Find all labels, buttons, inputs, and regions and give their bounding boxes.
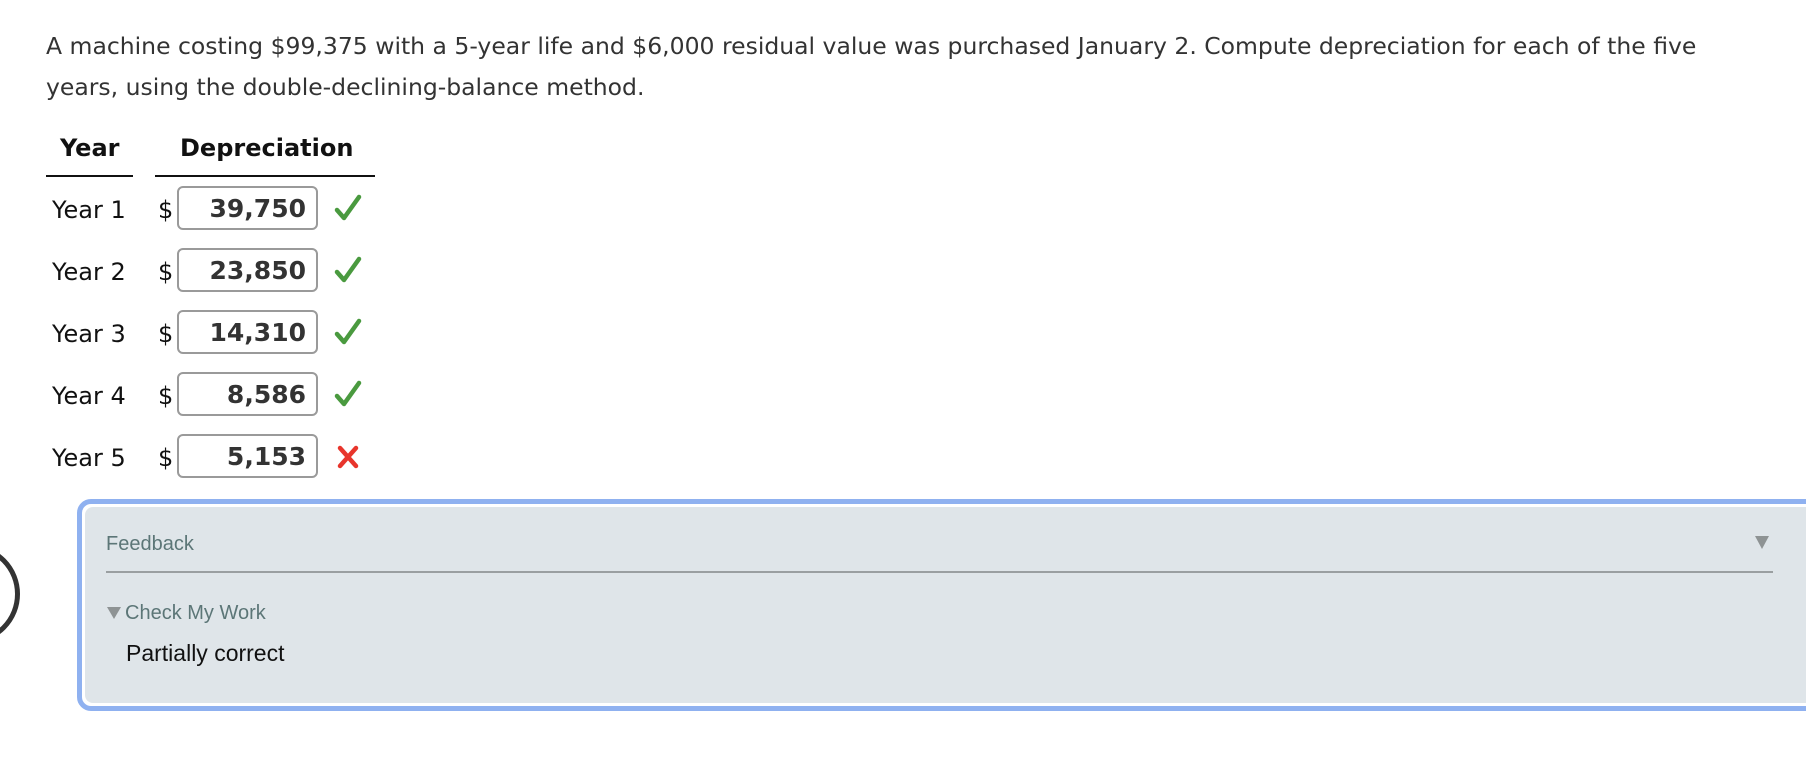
feedback-divider [106,571,1773,573]
check-my-work-toggle[interactable]: Check My Work [106,602,266,625]
check-icon [334,256,362,283]
year-label: Year 4 [52,382,126,410]
column-header-year: Year [60,134,120,162]
result-status: Partially correct [126,640,285,666]
circle-icon [0,544,20,644]
feedback-title: Feedback [106,533,194,555]
depreciation-input-year-5[interactable] [177,434,318,478]
x-icon [337,445,359,469]
check-icon [334,380,362,407]
year-label: Year 3 [52,320,126,348]
check-icon [334,318,362,345]
table-row: Year 5 $ [0,434,420,480]
currency-symbol: $ [158,196,174,224]
currency-symbol: $ [158,258,174,286]
triangle-down-icon[interactable] [1752,532,1772,552]
depreciation-input-year-3[interactable] [177,310,318,354]
feedback-panel: Feedback Check My Work Partially correct [77,499,1806,711]
feedback-panel-body: Feedback Check My Work Partially correct [85,507,1806,703]
column-header-depreciation: Depreciation [180,134,354,162]
currency-symbol: $ [158,382,174,410]
header-underline-depreciation [155,175,375,177]
depreciation-input-year-2[interactable] [177,248,318,292]
check-my-work-label: Check My Work [125,602,266,624]
table-row: Year 2 $ [0,248,420,294]
table-row: Year 1 $ [0,186,420,232]
depreciation-input-year-4[interactable] [177,372,318,416]
year-label: Year 2 [52,258,126,286]
currency-symbol: $ [158,444,174,472]
problem-statement: A machine costing $99,375 with a 5-year … [46,32,1697,101]
table-row: Year 3 $ [0,310,420,356]
year-label: Year 1 [52,196,126,224]
triangle-down-icon [107,606,121,619]
header-underline-year [46,175,133,177]
currency-symbol: $ [158,320,174,348]
table-row: Year 4 $ [0,372,420,418]
depreciation-input-year-1[interactable] [177,186,318,230]
check-icon [334,194,362,221]
year-label: Year 5 [52,444,126,472]
